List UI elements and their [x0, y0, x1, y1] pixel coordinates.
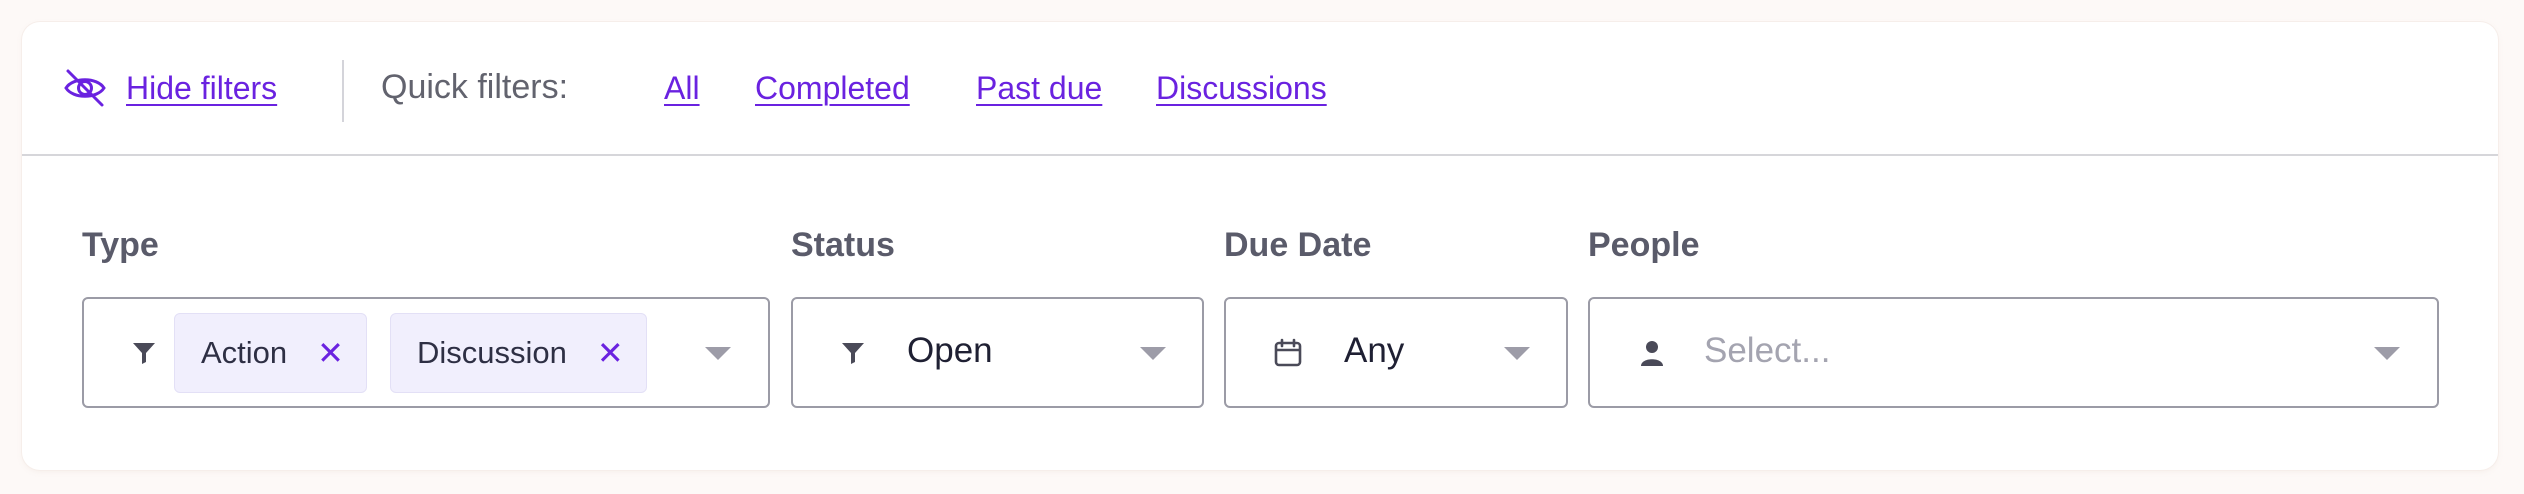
type-label: Type [82, 226, 159, 264]
hide-filters-button[interactable]: Hide filters [62, 66, 277, 110]
chevron-down-icon[interactable] [2374, 347, 2400, 360]
due-date-label: Due Date [1224, 226, 1372, 264]
quick-filters-label: Quick filters: [381, 68, 569, 106]
people-label: People [1588, 226, 1700, 264]
quick-filter-past-due[interactable]: Past due [976, 70, 1102, 107]
divider [342, 60, 344, 122]
quick-filter-discussions[interactable]: Discussions [1156, 70, 1327, 107]
quick-filter-completed[interactable]: Completed [755, 70, 910, 107]
people-select[interactable]: Select... [1588, 297, 2439, 408]
type-chip-discussion: Discussion ✕ [390, 313, 647, 393]
chip-label: Discussion [417, 335, 567, 370]
chip-label: Action [201, 335, 288, 370]
status-select[interactable]: Open [791, 297, 1204, 408]
calendar-icon [1272, 337, 1304, 369]
person-icon [1636, 337, 1668, 369]
eye-slash-icon [62, 68, 108, 108]
chevron-down-icon[interactable] [1504, 347, 1530, 360]
type-chip-action: Action ✕ [174, 313, 367, 393]
status-label: Status [791, 226, 895, 264]
remove-chip-discussion-icon[interactable]: ✕ [597, 337, 624, 369]
chevron-down-icon[interactable] [1140, 347, 1166, 360]
funnel-icon [128, 337, 160, 369]
due-date-value: Any [1344, 331, 1405, 370]
quick-filter-bar: Hide filters Quick filters: All Complete… [22, 22, 2498, 156]
remove-chip-action-icon[interactable]: ✕ [317, 337, 344, 369]
chevron-down-icon[interactable] [705, 347, 731, 360]
status-value: Open [907, 331, 993, 370]
due-date-select[interactable]: Any [1224, 297, 1568, 408]
type-select[interactable]: Action ✕ Discussion ✕ [82, 297, 770, 408]
funnel-icon [837, 337, 869, 369]
quick-filter-all[interactable]: All [664, 70, 700, 107]
filter-panel: Hide filters Quick filters: All Complete… [22, 22, 2498, 470]
hide-filters-label: Hide filters [126, 69, 278, 106]
people-placeholder: Select... [1704, 331, 1831, 370]
